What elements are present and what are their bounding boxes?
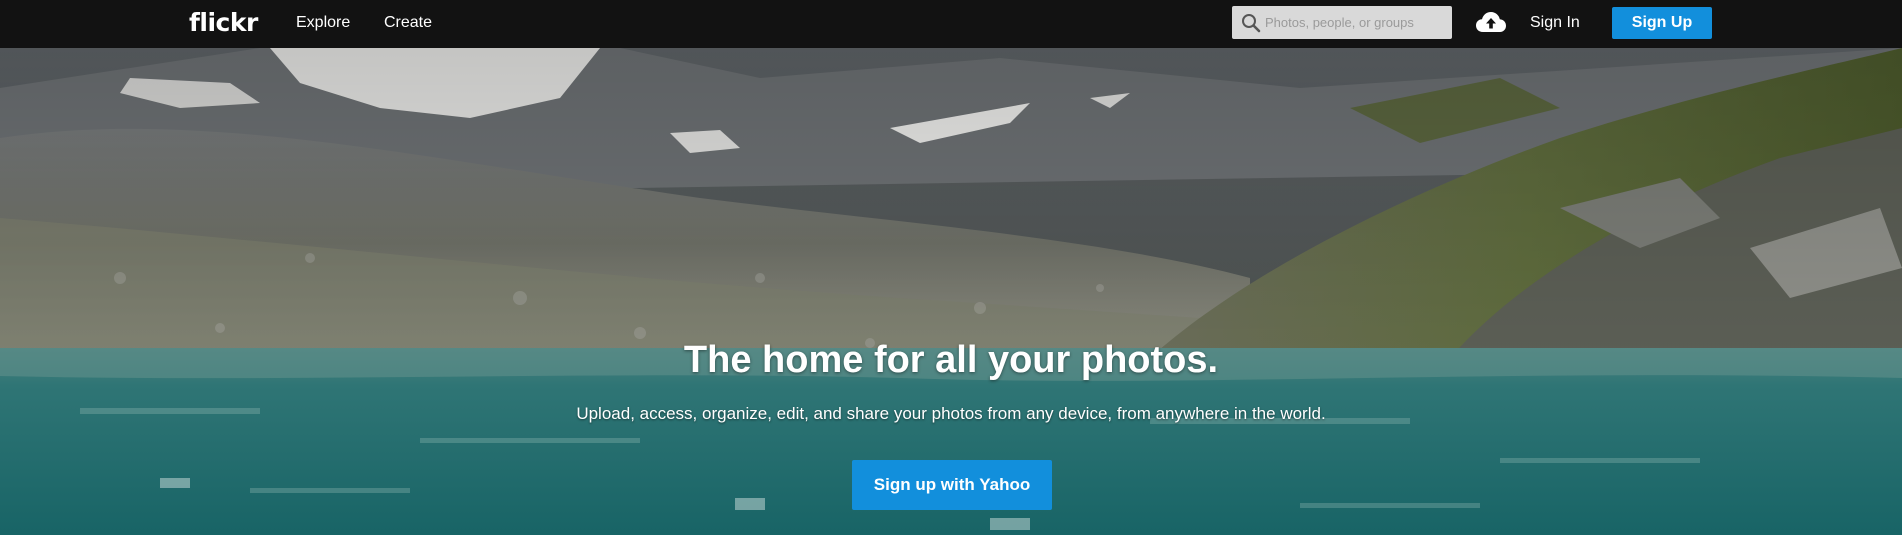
flickr-logo[interactable]: flickr [189, 7, 258, 39]
nav-create-link[interactable]: Create [384, 14, 432, 32]
sign-up-button[interactable]: Sign Up [1612, 7, 1712, 39]
nav-explore-link[interactable]: Explore [296, 14, 350, 32]
search-box[interactable] [1232, 6, 1452, 39]
top-navigation-bar: flickr Explore Create Sign In Sign Up [0, 0, 1902, 48]
hero-section: The home for all your photos. Upload, ac… [0, 48, 1902, 535]
cloud-upload-icon[interactable] [1475, 11, 1507, 33]
search-input[interactable] [1262, 6, 1450, 39]
hero-headline: The home for all your photos. [683, 339, 1219, 381]
sign-in-link[interactable]: Sign In [1530, 14, 1580, 32]
search-icon[interactable] [1241, 13, 1261, 33]
hero-subheadline: Upload, access, organize, edit, and shar… [576, 404, 1326, 423]
sign-up-with-yahoo-button[interactable]: Sign up with Yahoo [852, 460, 1052, 510]
